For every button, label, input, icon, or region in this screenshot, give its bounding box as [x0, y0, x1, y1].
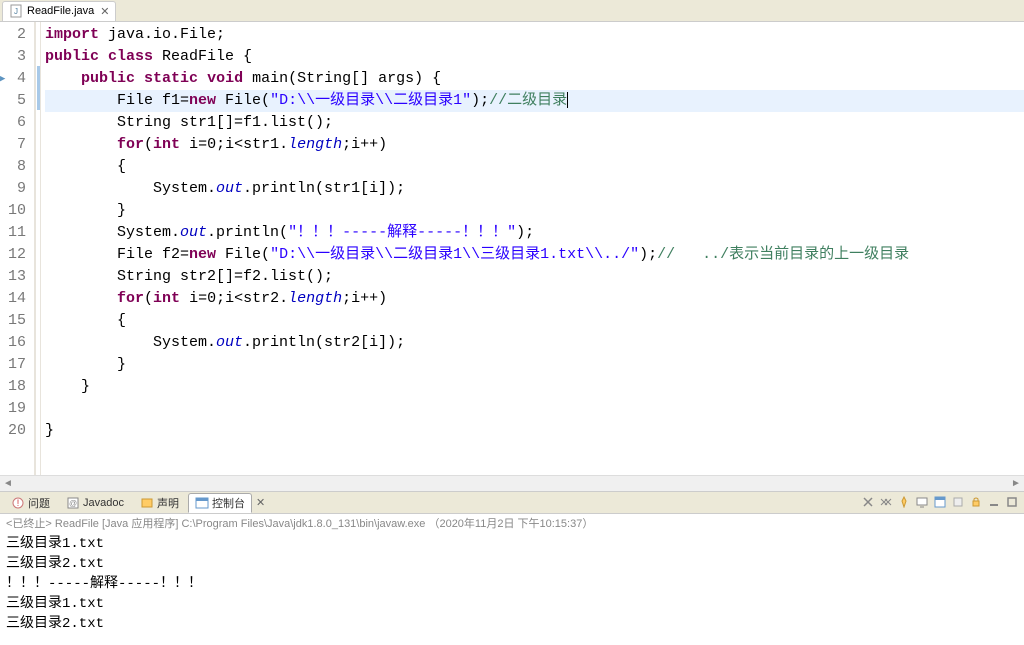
javadoc-icon: @	[66, 496, 80, 510]
code-line[interactable]: System.out.println("！！！-----解释-----！！！")…	[45, 222, 1024, 244]
code-line[interactable]: {	[45, 156, 1024, 178]
code-editor[interactable]: 234567891011121314151617181920 import ja…	[0, 22, 1024, 475]
console-line: ！！！-----解释-----！！！	[6, 574, 1018, 594]
line-number: 5	[0, 90, 26, 112]
line-number: 18	[0, 376, 26, 398]
display-icon[interactable]	[914, 494, 930, 510]
code-line[interactable]: }	[45, 354, 1024, 376]
scroll-track[interactable]	[16, 477, 1008, 491]
panel-tab-label: 问题	[28, 495, 50, 511]
svg-text:@: @	[69, 499, 77, 508]
code-line[interactable]: System.out.println(str1[i]);	[45, 178, 1024, 200]
code-line[interactable]: public static void main(String[] args) {	[45, 68, 1024, 90]
problems-icon: !	[11, 496, 25, 510]
open-console-icon[interactable]	[932, 494, 948, 510]
code-line[interactable]: System.out.println(str2[i]);	[45, 332, 1024, 354]
code-line[interactable]	[45, 398, 1024, 420]
line-number: 15	[0, 310, 26, 332]
remove-icon[interactable]	[860, 494, 876, 510]
code-line[interactable]: File f1=new File("D:\\一级目录\\二级目录1");//二级…	[45, 90, 1024, 112]
line-number: 13	[0, 266, 26, 288]
panel-tab-控制台[interactable]: 控制台	[188, 493, 252, 513]
panel-tab-label: Javadoc	[83, 497, 124, 509]
maximize-icon[interactable]	[1004, 494, 1020, 510]
clear-icon[interactable]	[950, 494, 966, 510]
console-line: 三级目录2.txt	[6, 554, 1018, 574]
code-line[interactable]: String str2[]=f2.list();	[45, 266, 1024, 288]
console-toolbar	[860, 494, 1020, 510]
console-status: <已终止> ReadFile [Java 应用程序] C:\Program Fi…	[0, 514, 1024, 532]
code-line[interactable]: String str1[]=f1.list();	[45, 112, 1024, 134]
line-number: 3	[0, 46, 26, 68]
code-line[interactable]: }	[45, 200, 1024, 222]
code-line[interactable]: }	[45, 376, 1024, 398]
editor-panel: J ReadFile.java ✕ 2345678910111213141516…	[0, 0, 1024, 492]
line-number: 2	[0, 24, 26, 46]
editor-tab[interactable]: J ReadFile.java ✕	[2, 1, 116, 21]
code-line[interactable]: File f2=new File("D:\\一级目录\\二级目录1\\三级目录1…	[45, 244, 1024, 266]
code-line[interactable]: for(int i=0;i<str2.length;i++)	[45, 288, 1024, 310]
console-line: 三级目录2.txt	[6, 614, 1018, 634]
panel-tab-bar: ! 问题 @ Javadoc 声明 控制台 ✕	[0, 492, 1024, 514]
console-icon	[195, 496, 209, 510]
line-number: 20	[0, 420, 26, 442]
panel-tab-label: 控制台	[212, 495, 245, 511]
line-number: 8	[0, 156, 26, 178]
line-gutter: 234567891011121314151617181920	[0, 22, 36, 475]
panel-tab-close-icon[interactable]: ✕	[256, 496, 265, 509]
remove-all-icon[interactable]	[878, 494, 894, 510]
horizontal-scrollbar[interactable]: ◄ ►	[0, 475, 1024, 491]
code-line[interactable]: public class ReadFile {	[45, 46, 1024, 68]
panel-tab-问题[interactable]: ! 问题	[4, 493, 57, 513]
panel-tab-Javadoc[interactable]: @ Javadoc	[59, 493, 131, 513]
console-line: 三级目录1.txt	[6, 594, 1018, 614]
console-output[interactable]: 三级目录1.txt三级目录2.txt！！！-----解释-----！！！三级目录…	[0, 532, 1024, 645]
scroll-left-arrow[interactable]: ◄	[0, 477, 16, 491]
code-line[interactable]: {	[45, 310, 1024, 332]
java-file-icon: J	[9, 4, 23, 18]
minimize-icon[interactable]	[986, 494, 1002, 510]
line-number: 11	[0, 222, 26, 244]
editor-tab-bar: J ReadFile.java ✕	[0, 0, 1024, 22]
svg-text:J: J	[14, 7, 18, 16]
line-number: 14	[0, 288, 26, 310]
code-line[interactable]: }	[45, 420, 1024, 442]
line-number: 16	[0, 332, 26, 354]
console-line: 三级目录1.txt	[6, 534, 1018, 554]
line-number: 12	[0, 244, 26, 266]
close-icon[interactable]: ✕	[100, 5, 109, 18]
code-content[interactable]: import java.io.File;public class ReadFil…	[41, 22, 1024, 475]
line-number: 4	[0, 68, 26, 90]
text-cursor	[567, 92, 568, 108]
line-number: 10	[0, 200, 26, 222]
scroll-right-arrow[interactable]: ►	[1008, 477, 1024, 491]
panel-tab-label: 声明	[157, 495, 179, 511]
line-number: 6	[0, 112, 26, 134]
line-number: 7	[0, 134, 26, 156]
line-number: 9	[0, 178, 26, 200]
line-number: 17	[0, 354, 26, 376]
scroll-lock-icon[interactable]	[968, 494, 984, 510]
code-line[interactable]: import java.io.File;	[45, 24, 1024, 46]
code-line[interactable]: for(int i=0;i<str1.length;i++)	[45, 134, 1024, 156]
panel-tab-声明[interactable]: 声明	[133, 493, 186, 513]
bottom-panel: ! 问题 @ Javadoc 声明 控制台 ✕ <已终止> ReadFile [Java …	[0, 492, 1024, 645]
line-number: 19	[0, 398, 26, 420]
svg-text:!: !	[17, 498, 20, 508]
declaration-icon	[140, 496, 154, 510]
pin-icon[interactable]	[896, 494, 912, 510]
editor-tab-label: ReadFile.java	[27, 5, 94, 17]
